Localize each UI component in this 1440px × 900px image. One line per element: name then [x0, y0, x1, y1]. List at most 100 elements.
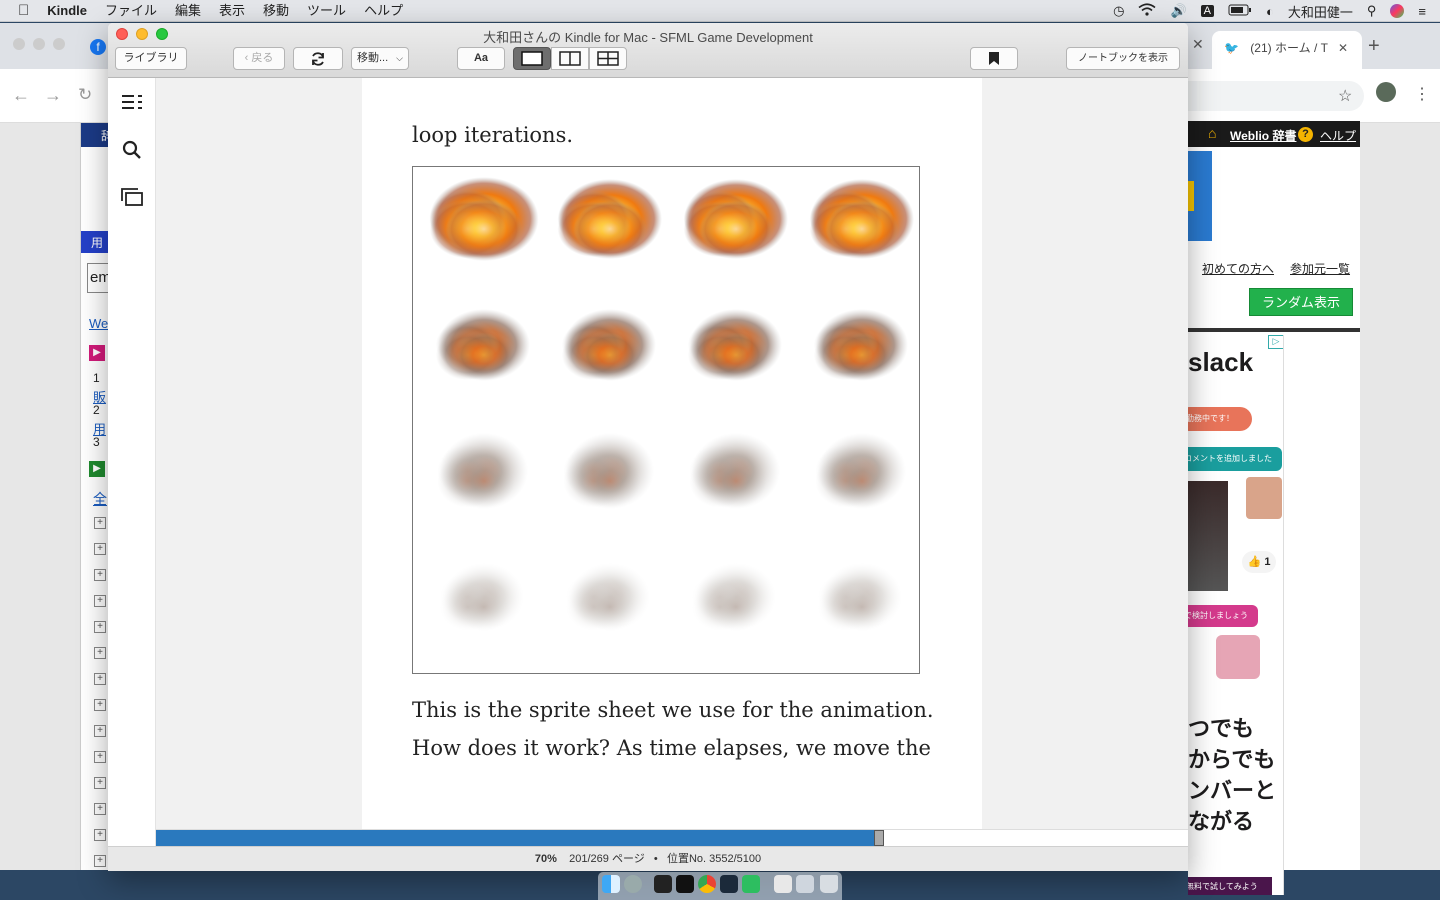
back-arrow-icon[interactable]: ← [12, 85, 30, 106]
expand-toggle-icon[interactable]: + [94, 829, 106, 841]
expand-toggle-icon[interactable]: + [94, 855, 106, 867]
expand-toggle-icon[interactable]: + [94, 777, 106, 789]
spotlight-icon[interactable]: ⚲ [1367, 3, 1377, 19]
tab-twitter[interactable]: 🐦 (21) ホーム / T ✕ [1212, 31, 1362, 69]
reading-progress-thumb[interactable] [874, 830, 884, 846]
bookmark-button[interactable] [970, 47, 1018, 70]
evernote-icon[interactable] [742, 875, 760, 893]
single-column-view-button[interactable] [513, 47, 551, 70]
ad-choices-icon[interactable]: ▷ [1268, 335, 1283, 349]
wifi-icon[interactable] [1138, 3, 1156, 19]
kindle-window: 大和田さんの Kindle for Mac - SFML Game Develo… [108, 23, 1188, 871]
chrome-menu-icon[interactable]: ⋮ [1414, 84, 1430, 104]
menu-view[interactable]: 表示 [210, 0, 254, 22]
ad-headline: つでも からでも ンバーと ながる [1188, 716, 1277, 834]
bookmark-star-icon[interactable]: ☆ [1338, 86, 1352, 106]
page-flip-view-button[interactable] [589, 47, 627, 70]
expand-toggle-icon[interactable]: + [94, 621, 106, 633]
library-button[interactable]: ライブラリ [115, 47, 187, 70]
chrome-traffic-close[interactable] [13, 38, 25, 50]
expand-toggle-icon[interactable]: + [94, 699, 106, 711]
profile-avatar[interactable] [1376, 82, 1396, 102]
expand-toggle-icon[interactable]: + [94, 647, 106, 659]
weblio-left-link[interactable]: We [89, 316, 108, 331]
terminal-icon[interactable] [676, 875, 694, 893]
explosion-frame [689, 433, 780, 509]
font-settings-button[interactable]: Aa [457, 47, 505, 70]
ad-avatar-woman [1216, 635, 1260, 679]
facebook-tab-icon[interactable]: f [90, 39, 106, 55]
menu-app-name[interactable]: Kindle [38, 0, 96, 22]
weblio-logo[interactable]: Weblio 辞書 [1230, 127, 1296, 144]
menu-edit[interactable]: 編集 [166, 0, 210, 22]
menu-file[interactable]: ファイル [96, 0, 166, 22]
explosion-frame [437, 433, 528, 509]
kindle-sidebar [108, 78, 156, 853]
explosion-frame [683, 179, 788, 259]
tab-twitter-close-icon[interactable]: ✕ [1338, 31, 1348, 65]
new-tab-icon[interactable]: + [1368, 35, 1380, 58]
ad-cta[interactable]: 無料で試してみよう [1188, 877, 1272, 895]
preview-icon[interactable] [774, 875, 792, 893]
weblio-search-input[interactable]: em [87, 263, 109, 293]
chrome-traffic-min[interactable] [33, 38, 45, 50]
explosion-frame [813, 309, 908, 381]
table-of-contents-icon[interactable] [121, 94, 143, 110]
page-count: 201/269 ページ [569, 853, 645, 865]
activity-monitor-icon[interactable] [654, 875, 672, 893]
ad-banner-top[interactable] [1188, 151, 1212, 241]
link-participants[interactable]: 参加元一覧 [1290, 260, 1350, 277]
forward-arrow-icon[interactable]: → [44, 85, 62, 106]
launchpad-icon[interactable] [624, 875, 642, 893]
apple-menu-icon[interactable]:  [0, 0, 38, 22]
sync-button[interactable] [293, 47, 343, 70]
trash-icon[interactable] [820, 875, 838, 893]
time-machine-icon[interactable]: ◷ [1113, 3, 1124, 19]
random-display-button[interactable]: ランダム表示 [1249, 288, 1353, 316]
expand-toggle-icon[interactable]: + [94, 517, 106, 529]
slack-ad[interactable]: ▷ slack 勤務中です！ コメントを追加しました 👍 1 で検討しましょう … [1188, 335, 1284, 895]
tab-close-icon[interactable]: ✕ [1192, 36, 1204, 53]
battery-icon[interactable] [1228, 4, 1252, 19]
expand-toggle-icon[interactable]: + [94, 673, 106, 685]
back-button[interactable]: ‹ 戻る [233, 47, 285, 70]
ad-person-1 [1188, 481, 1228, 591]
show-notebook-button[interactable]: ノートブックを表示 [1066, 47, 1180, 70]
expand-toggle-icon[interactable]: + [94, 543, 106, 555]
reload-icon[interactable]: ↻ [78, 85, 92, 105]
expand-toggle-icon[interactable]: + [94, 725, 106, 737]
sprite-sheet-image [412, 166, 920, 674]
search-icon[interactable] [122, 140, 142, 160]
kindle-icon[interactable] [720, 875, 738, 893]
notification-center-icon[interactable]: ≡ [1418, 4, 1426, 19]
input-source-icon[interactable]: A [1200, 5, 1214, 17]
chrome-icon[interactable] [698, 875, 716, 893]
expand-toggle-icon[interactable]: + [94, 803, 106, 815]
list-link-all[interactable]: 全 [93, 489, 107, 509]
menu-tools[interactable]: ツール [298, 0, 355, 22]
menu-go[interactable]: 移動 [254, 0, 298, 22]
link-first-time[interactable]: 初めての方へ [1202, 260, 1274, 277]
user-name[interactable]: 大和田健一 [1288, 2, 1353, 21]
expand-toggle-icon[interactable]: + [94, 595, 106, 607]
finder-icon[interactable] [602, 875, 620, 893]
folder-icon[interactable] [796, 875, 814, 893]
pink-play-icon: ▶ [89, 345, 105, 361]
explosion-frame [557, 179, 662, 259]
goto-dropdown[interactable]: 移動... ⌵ [351, 47, 409, 70]
weblio-help-link[interactable]: ヘルプ [1320, 127, 1356, 144]
weblio-header-strip: 辞 [81, 123, 113, 147]
expand-toggle-icon[interactable]: + [94, 569, 106, 581]
siri-icon[interactable] [1390, 4, 1405, 18]
reading-status-bar: 70% 201/269 ページ • 位置No. 3552/5100 [108, 846, 1188, 871]
ad-bubble-2: コメントを追加しました [1188, 447, 1282, 471]
menu-help[interactable]: ヘルプ [355, 0, 412, 22]
volume-icon[interactable]: 🔊 [1170, 3, 1186, 19]
flashcards-icon[interactable] [121, 188, 143, 206]
chrome-traffic-max[interactable] [53, 38, 65, 50]
explosion-frame [435, 309, 530, 381]
two-column-view-button[interactable] [551, 47, 589, 70]
weblio-blue-tab[interactable]: 用 [81, 231, 109, 253]
expand-toggle-icon[interactable]: + [94, 751, 106, 763]
do-not-disturb-icon[interactable]: ◐ [1266, 4, 1274, 19]
